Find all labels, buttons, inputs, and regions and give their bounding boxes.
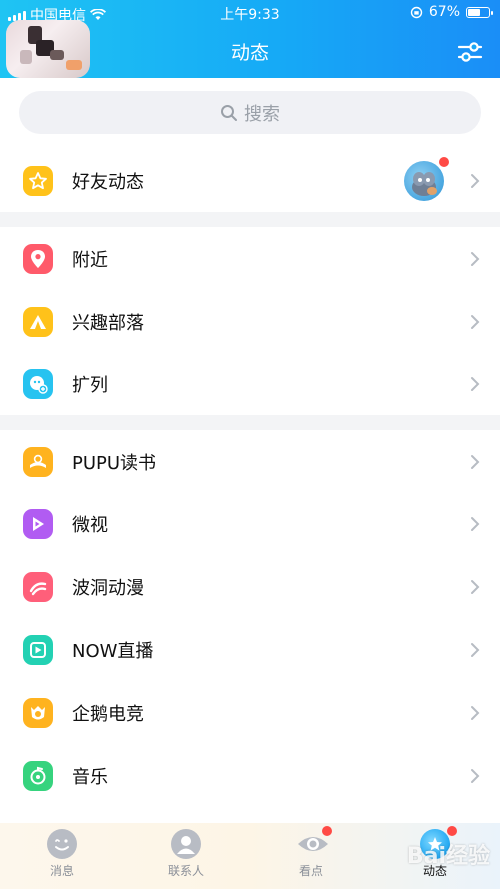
search-placeholder: 搜索 bbox=[244, 103, 280, 125]
eye-icon bbox=[296, 829, 328, 859]
section-divider bbox=[0, 415, 500, 430]
contacts-icon bbox=[171, 829, 201, 859]
tab-label: 消息 bbox=[49, 864, 74, 878]
list-item-label: 波洞动漫 bbox=[72, 578, 144, 599]
list-item-label: 音乐 bbox=[72, 767, 108, 788]
list-item-pupu-reading[interactable]: PUPU读书 bbox=[0, 431, 500, 493]
tab-label: 看点 bbox=[298, 864, 323, 878]
battery-percent: 67% bbox=[428, 4, 460, 20]
tab-label: 联系人 bbox=[167, 864, 204, 878]
tab-badge bbox=[447, 826, 457, 836]
play-icon bbox=[23, 509, 53, 539]
list-item-label: 好友动态 bbox=[72, 172, 144, 193]
star-icon bbox=[23, 166, 53, 196]
tab-messages[interactable]: 消息 bbox=[12, 829, 112, 879]
search-input[interactable]: 搜索 bbox=[19, 91, 481, 134]
list-item-expand-friends[interactable]: 扩列 bbox=[0, 353, 500, 415]
list-item-label: 企鹅电竞 bbox=[72, 704, 144, 725]
chevron-right-icon bbox=[471, 517, 480, 531]
chevron-right-icon bbox=[471, 643, 480, 657]
page-title: 动态 bbox=[230, 42, 269, 64]
list-item-label: NOW直播 bbox=[72, 641, 154, 662]
list-item-bodong-comics[interactable]: 波洞动漫 bbox=[0, 556, 500, 618]
list-item-label: 微视 bbox=[72, 515, 108, 536]
top-header: 中国电信 上午9:33 67% 动态 bbox=[0, 0, 500, 78]
chevron-right-icon bbox=[471, 769, 480, 783]
live-icon bbox=[23, 635, 53, 665]
section-divider bbox=[0, 212, 500, 227]
search-icon bbox=[221, 104, 237, 121]
chevron-right-icon bbox=[471, 252, 480, 266]
watermark: Bai经验 bbox=[406, 844, 490, 869]
music-icon bbox=[23, 761, 53, 791]
list-item-music[interactable]: 音乐 bbox=[0, 745, 500, 807]
wave-icon bbox=[23, 572, 53, 602]
new-badge bbox=[439, 157, 449, 167]
battery-icon bbox=[466, 6, 493, 18]
message-icon bbox=[47, 829, 77, 859]
penguin-badge-icon bbox=[23, 698, 53, 728]
chevron-right-icon bbox=[471, 580, 480, 594]
chevron-right-icon bbox=[471, 174, 480, 188]
list-item-label: 附近 bbox=[72, 250, 108, 271]
list-item-nearby[interactable]: 附近 bbox=[0, 228, 500, 290]
chevron-right-icon bbox=[471, 315, 480, 329]
chevron-right-icon bbox=[471, 377, 480, 391]
list-item-penguin-esports[interactable]: 企鹅电竞 bbox=[0, 682, 500, 744]
tab-kandian[interactable]: 看点 bbox=[261, 829, 361, 879]
list-item-label: 扩列 bbox=[72, 375, 108, 396]
chevron-right-icon bbox=[471, 455, 480, 469]
rotation-lock-icon bbox=[410, 6, 423, 18]
tab-badge bbox=[322, 826, 332, 836]
chevron-right-icon bbox=[471, 706, 480, 720]
list-item-interest-tribe[interactable]: 兴趣部落 bbox=[0, 291, 500, 353]
tab-contacts[interactable]: 联系人 bbox=[136, 829, 236, 879]
book-icon bbox=[23, 447, 53, 477]
list-item-now-live[interactable]: NOW直播 bbox=[0, 619, 500, 681]
list-item-label: 兴趣部落 bbox=[72, 313, 144, 334]
face-plus-icon bbox=[23, 369, 53, 399]
list-item-label: PUPU读书 bbox=[72, 453, 157, 474]
list-item-weishi[interactable]: 微视 bbox=[0, 493, 500, 555]
tent-icon bbox=[23, 307, 53, 337]
filter-settings-icon[interactable] bbox=[456, 38, 484, 66]
location-pin-icon bbox=[23, 244, 53, 274]
friend-avatar-thumbnail bbox=[404, 161, 444, 201]
